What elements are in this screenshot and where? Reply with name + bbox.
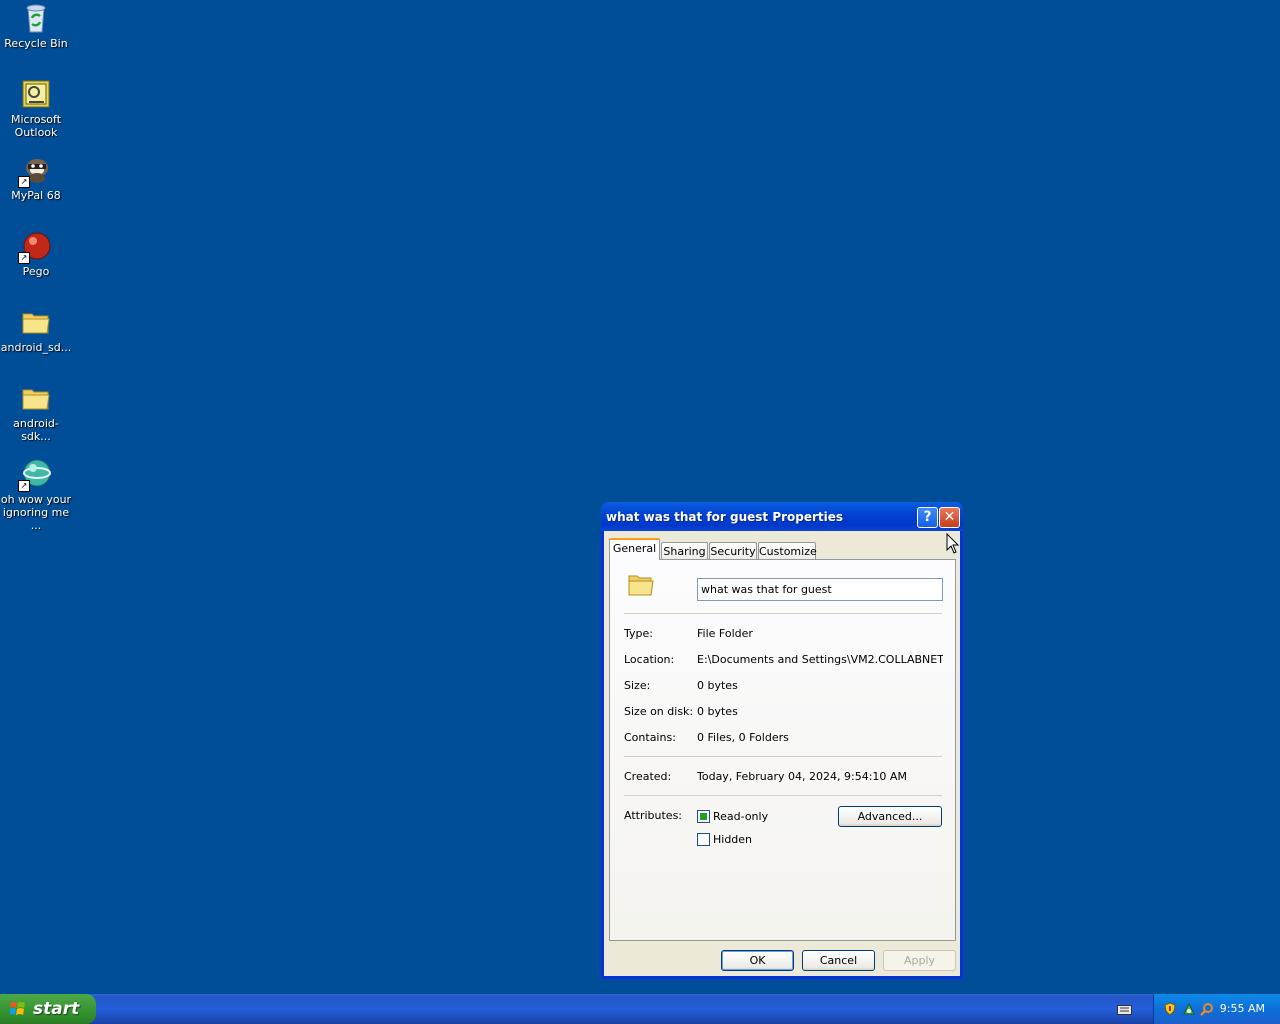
readonly-checkbox[interactable]: [697, 810, 710, 823]
internet-shortcut-icon: ↗: [18, 458, 52, 492]
folder-icon: [20, 382, 52, 414]
desktop-icon-label: android-sdk...: [13, 417, 59, 443]
pego-icon: ↗: [18, 230, 52, 264]
clock[interactable]: 9:55 AM: [1220, 1002, 1265, 1015]
keyboard-icon[interactable]: [1117, 1003, 1132, 1015]
desktop-icon-outlook[interactable]: Microsoft Outlook: [0, 78, 72, 139]
hidden-checkbox[interactable]: [697, 833, 710, 846]
folder-icon: [628, 574, 654, 596]
readonly-label[interactable]: Read-only: [713, 810, 768, 823]
tab-customize[interactable]: Customize: [758, 542, 817, 560]
desktop-icon-label: MyPal 68: [11, 189, 61, 202]
location-value: E:\Documents and Settings\VM2.COLLABNET\…: [697, 653, 943, 666]
contains-value: 0 Files, 0 Folders: [697, 731, 789, 744]
desktop-icon-label: Pego: [22, 265, 50, 278]
dialog-title: what was that for guest Properties: [606, 510, 844, 524]
size-on-disk-label: Size on disk:: [624, 705, 694, 718]
hidden-label[interactable]: Hidden: [713, 833, 752, 846]
help-button[interactable]: ?: [917, 507, 938, 528]
desktop-icon-internet-shortcut[interactable]: ↗ oh wow your ignoring me ...: [0, 458, 72, 532]
created-label: Created:: [624, 770, 672, 783]
contains-label: Contains:: [624, 731, 676, 744]
advanced-button[interactable]: Advanced...: [838, 806, 942, 827]
network-icon[interactable]: [1182, 1002, 1196, 1016]
mypal-icon: ↗: [18, 154, 52, 188]
desktop-icon-label: oh wow your ignoring me ...: [0, 493, 72, 532]
windows-logo-icon: [10, 1002, 25, 1015]
shortcut-arrow-icon: ↗: [18, 252, 30, 264]
close-icon: ✕: [943, 509, 956, 525]
type-label: Type:: [624, 627, 653, 640]
apply-button[interactable]: Apply: [883, 950, 956, 971]
divider: [624, 756, 942, 757]
desktop-icon-android-sd-folder[interactable]: android_sd...: [0, 306, 72, 354]
dialog-client-area: General Sharing Security Customize what …: [604, 531, 960, 976]
cancel-button[interactable]: Cancel: [802, 950, 875, 971]
type-value: File Folder: [697, 627, 753, 640]
size-label: Size:: [624, 679, 651, 692]
general-tab-panel: what was that for guest Type: File Folde…: [609, 559, 956, 941]
start-label: start: [33, 999, 80, 1019]
desktop-icon-recycle-bin[interactable]: Recycle Bin: [0, 2, 72, 50]
system-tray: 9:55 AM: [1153, 994, 1280, 1024]
shortcut-arrow-icon: ↗: [18, 480, 30, 492]
tab-security[interactable]: Security: [709, 542, 757, 560]
taskbar: start 9:55 AM: [0, 994, 1280, 1024]
divider: [624, 613, 942, 614]
tab-sharing[interactable]: Sharing: [661, 542, 708, 560]
ok-button[interactable]: OK: [721, 950, 794, 971]
properties-dialog: what was that for guest Properties ? ✕ G…: [601, 502, 963, 979]
created-value: Today, February 04, 2024, 9:54:10 AM: [697, 770, 907, 783]
close-button[interactable]: ✕: [939, 507, 960, 528]
attributes-label: Attributes:: [624, 809, 683, 822]
desktop-icon-android-sdk-folder[interactable]: android-sdk...: [0, 382, 72, 443]
desktop-icon-label: Microsoft Outlook: [10, 113, 62, 139]
folder-icon: [20, 306, 52, 338]
location-label: Location:: [624, 653, 675, 666]
size-on-disk-value: 0 bytes: [697, 705, 738, 718]
question-mark-icon: ?: [923, 509, 932, 525]
start-button[interactable]: start: [0, 994, 96, 1024]
shortcut-arrow-icon: ↗: [18, 176, 30, 188]
desktop-icon-label: Recycle Bin: [4, 37, 68, 50]
desktop-icon-pego[interactable]: ↗ Pego: [0, 230, 72, 278]
folder-name-input[interactable]: what was that for guest: [697, 578, 943, 601]
recycle-bin-icon: [20, 2, 52, 34]
outlook-icon: [20, 78, 52, 110]
size-value: 0 bytes: [697, 679, 738, 692]
divider: [624, 795, 942, 796]
search-icon[interactable]: [1200, 1002, 1214, 1016]
desktop-icon-label: android_sd...: [0, 341, 72, 354]
dialog-title-bar[interactable]: what was that for guest Properties ? ✕: [601, 502, 963, 531]
security-shield-icon[interactable]: [1163, 1002, 1177, 1016]
tab-general[interactable]: General: [609, 538, 660, 560]
mouse-cursor-icon: [946, 533, 960, 554]
desktop-icon-mypal[interactable]: ↗ MyPal 68: [0, 154, 72, 202]
